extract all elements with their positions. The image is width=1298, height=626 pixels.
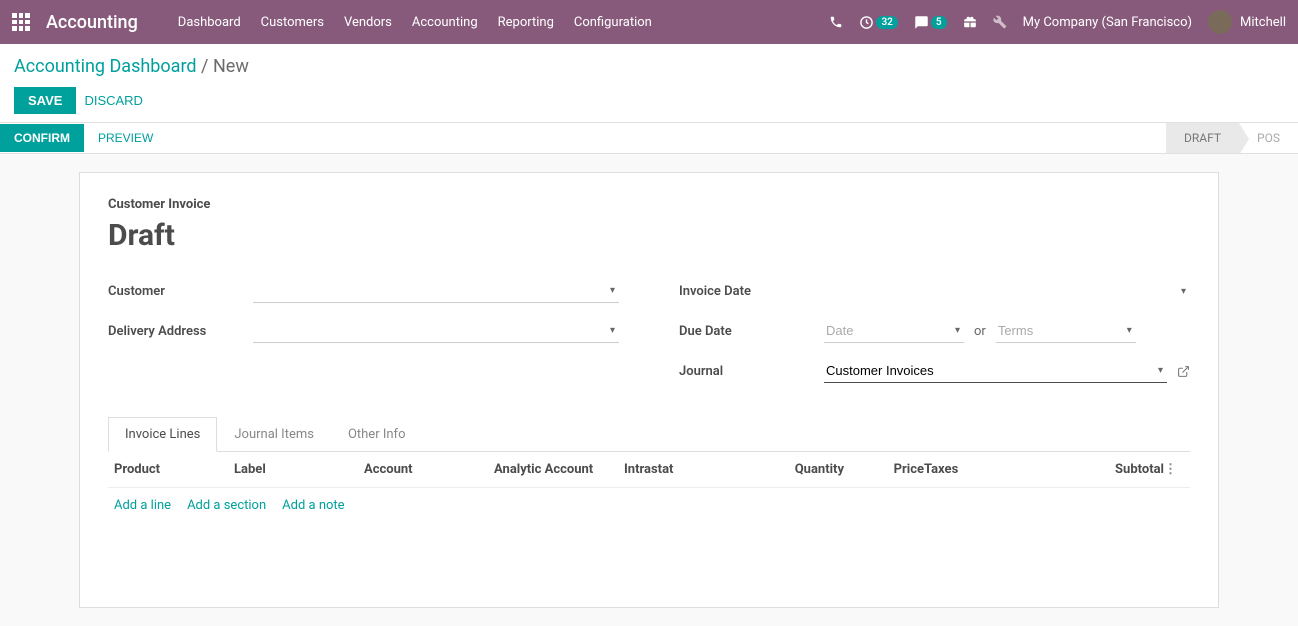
lines-table-header: Product Label Account Analytic Account I…: [108, 452, 1190, 488]
control-panel: Accounting Dashboard / New SAVE DISCARD: [0, 44, 1298, 122]
col-subtotal: Subtotal: [1044, 462, 1164, 477]
stage-draft[interactable]: DRAFT: [1166, 123, 1239, 153]
col-account: Account: [364, 462, 494, 477]
discard-button[interactable]: DISCARD: [84, 93, 143, 108]
sheet-type-label: Customer Invoice: [108, 197, 1190, 212]
tab-invoice-lines[interactable]: Invoice Lines: [108, 417, 217, 452]
apps-icon[interactable]: [12, 13, 30, 31]
add-section-link[interactable]: Add a section: [187, 498, 266, 513]
external-link-icon[interactable]: [1177, 365, 1190, 378]
app-brand[interactable]: Accounting: [46, 12, 138, 33]
tab-journal-items[interactable]: Journal Items: [217, 417, 331, 451]
col-product: Product: [114, 462, 234, 477]
menu-configuration[interactable]: Configuration: [574, 15, 652, 30]
save-button[interactable]: SAVE: [14, 87, 76, 114]
status-bar: CONFIRM PREVIEW DRAFT POS: [0, 122, 1298, 154]
gift-icon[interactable]: [963, 15, 977, 29]
activities-icon[interactable]: 32: [859, 15, 897, 30]
col-price: Price: [844, 462, 924, 477]
label-journal: Journal: [679, 364, 824, 379]
breadcrumb: Accounting Dashboard / New: [14, 56, 1284, 77]
label-delivery-address: Delivery Address: [108, 324, 253, 339]
due-or-text: or: [974, 324, 986, 339]
top-navbar: Accounting Dashboard Customers Vendors A…: [0, 0, 1298, 44]
company-switcher[interactable]: My Company (San Francisco): [1023, 15, 1192, 30]
menu-dashboard[interactable]: Dashboard: [178, 15, 241, 30]
terms-input[interactable]: [996, 319, 1136, 343]
invoice-date-input[interactable]: [824, 280, 1190, 303]
columns-menu-icon[interactable]: ⋮: [1164, 462, 1184, 477]
breadcrumb-sep: /: [201, 56, 208, 77]
label-invoice-date: Invoice Date: [679, 284, 824, 299]
menu-reporting[interactable]: Reporting: [498, 15, 554, 30]
col-quantity: Quantity: [744, 462, 844, 477]
add-line-link[interactable]: Add a line: [114, 498, 171, 513]
journal-input[interactable]: [824, 359, 1167, 383]
user-name: Mitchell: [1240, 15, 1286, 30]
stage-posted[interactable]: POS: [1239, 123, 1298, 153]
tools-icon[interactable]: [993, 15, 1007, 29]
breadcrumb-parent[interactable]: Accounting Dashboard: [14, 56, 197, 77]
col-intrastat: Intrastat: [624, 462, 744, 477]
phone-icon[interactable]: [829, 15, 843, 29]
user-menu[interactable]: Mitchell: [1208, 10, 1286, 34]
form-sheet: Customer Invoice Draft Customer ▾ Delive…: [79, 172, 1219, 608]
topbar-right: 32 5 My Company (San Francisco) Mitchell: [829, 10, 1286, 34]
col-taxes: Taxes: [924, 462, 1044, 477]
notebook-tabs: Invoice Lines Journal Items Other Info: [108, 417, 1190, 452]
confirm-button[interactable]: CONFIRM: [0, 124, 84, 152]
messages-badge: 5: [931, 16, 947, 29]
activities-badge: 32: [876, 16, 897, 29]
preview-button[interactable]: PREVIEW: [84, 124, 167, 152]
col-label: Label: [234, 462, 364, 477]
menu-accounting[interactable]: Accounting: [412, 15, 478, 30]
due-date-input[interactable]: [824, 319, 964, 343]
delivery-address-input[interactable]: [253, 319, 619, 343]
breadcrumb-current: New: [213, 56, 249, 77]
menu-vendors[interactable]: Vendors: [344, 15, 392, 30]
col-analytic: Analytic Account: [494, 462, 624, 477]
customer-input[interactable]: [253, 279, 619, 303]
add-links-row: Add a line Add a section Add a note: [108, 488, 1190, 523]
label-due-date: Due Date: [679, 324, 824, 339]
main-menu: Dashboard Customers Vendors Accounting R…: [178, 15, 652, 30]
tab-other-info[interactable]: Other Info: [331, 417, 423, 451]
menu-customers[interactable]: Customers: [261, 15, 324, 30]
label-customer: Customer: [108, 284, 253, 299]
sheet-title: Draft: [108, 218, 1190, 253]
messages-icon[interactable]: 5: [914, 15, 947, 30]
avatar: [1208, 10, 1232, 34]
add-note-link[interactable]: Add a note: [282, 498, 344, 513]
